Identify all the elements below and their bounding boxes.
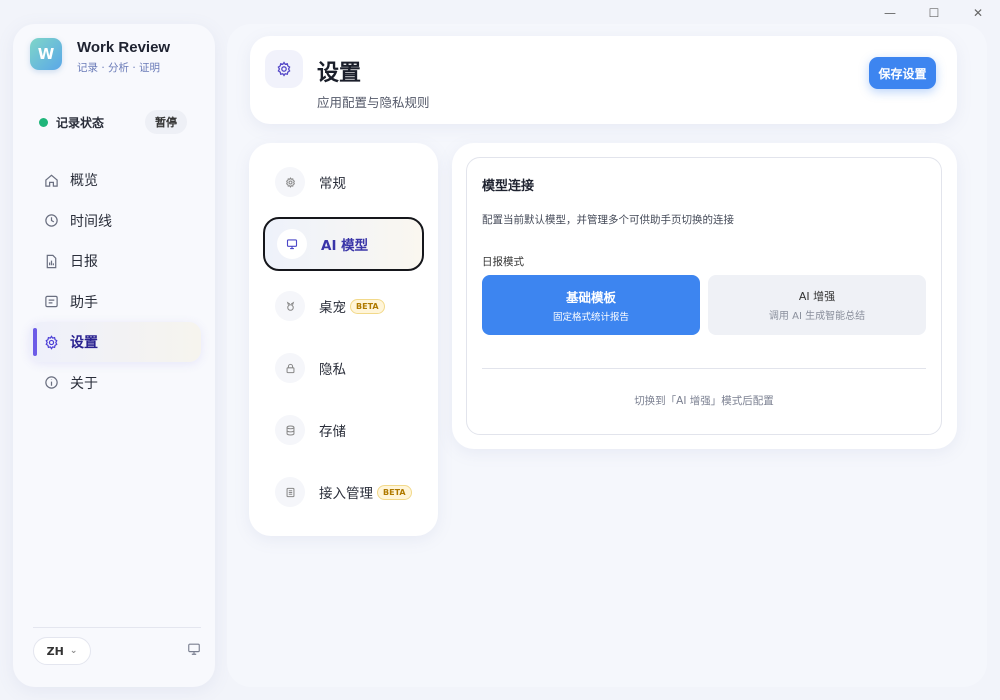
beta-badge: BETA — [350, 298, 385, 314]
sidebar-item-label: 时间线 — [70, 213, 112, 230]
settings-tab-integrations[interactable]: 接入管理 BETA — [263, 465, 424, 519]
list-icon — [275, 477, 305, 507]
report-mode-selector: 基础模板 固定格式统计报告 AI 增强 调用 AI 生成智能总结 — [482, 275, 934, 335]
sidebar-item-about[interactable]: 关于 — [29, 363, 201, 403]
database-icon — [275, 415, 305, 445]
sidebar-item-timeline[interactable]: 时间线 — [29, 201, 201, 241]
status-label: 记录状态 — [56, 116, 105, 130]
sidebar-item-label: 概览 — [70, 173, 98, 189]
pet-icon — [275, 291, 305, 321]
app-tagline: 记录 · 分析 · 证明 — [77, 62, 161, 74]
sidebar-item-assistant[interactable]: 助手 — [29, 282, 201, 322]
language-selector[interactable]: ZH ⌄ — [33, 637, 91, 665]
main-panel: 设置 应用配置与隐私规则 保存设置 常规 AI 模型 桌宠 BETA 隐私 存储… — [227, 24, 987, 687]
settings-tab-general[interactable]: 常规 — [263, 155, 424, 209]
section-description: 配置当前默认模型，并管理多个可供助手页切换的连接 — [482, 214, 734, 226]
pause-button[interactable]: 暂停 — [145, 110, 187, 134]
settings-tab-storage[interactable]: 存储 — [263, 403, 424, 457]
recording-status: 记录状态 暂停 — [39, 110, 189, 134]
settings-content: 模型连接 配置当前默认模型，并管理多个可供助手页切换的连接 日报模式 基础模板 … — [452, 143, 957, 449]
settings-tab-label: AI 模型 — [321, 238, 369, 254]
clock-icon — [42, 213, 60, 228]
save-settings-button[interactable]: 保存设置 — [869, 57, 936, 89]
mode-ai-enhanced-button[interactable]: AI 增强 调用 AI 生成智能总结 — [708, 275, 926, 335]
monitor-icon[interactable] — [187, 642, 201, 660]
divider — [482, 368, 926, 369]
mode-basic-template-button[interactable]: 基础模板 固定格式统计报告 — [482, 275, 700, 335]
close-button[interactable]: ✕ — [956, 0, 1000, 26]
lock-icon — [275, 353, 305, 383]
report-mode-label: 日报模式 — [482, 256, 524, 268]
report-icon — [42, 254, 60, 269]
settings-tab-privacy[interactable]: 隐私 — [263, 341, 424, 395]
monitor-icon — [277, 229, 307, 259]
sidebar-item-label: 日报 — [70, 254, 98, 270]
page-subtitle: 应用配置与隐私规则 — [317, 95, 430, 110]
language-label: ZH — [46, 644, 64, 658]
brand: W Work Review 记录 · 分析 · 证明 — [30, 36, 170, 75]
gear-icon — [265, 50, 303, 88]
sidebar-item-overview[interactable]: 概览 — [29, 160, 201, 200]
settings-tab-label: 常规 — [319, 176, 346, 192]
mode-title: 基础模板 — [565, 290, 616, 305]
sidebar-item-label: 关于 — [70, 375, 98, 392]
sidebar-item-label: 助手 — [70, 294, 98, 311]
status-dot — [39, 118, 48, 127]
settings-nav: 常规 AI 模型 桌宠 BETA 隐私 存储 接入管理 BETA — [249, 143, 438, 536]
settings-tab-ai-model[interactable]: AI 模型 — [263, 217, 424, 271]
settings-tab-label: 存储 — [319, 424, 346, 440]
window-controls: — ☐ ✕ — [868, 0, 1000, 26]
app-name: Work Review — [77, 39, 171, 56]
beta-badge: BETA — [377, 484, 412, 500]
minimize-button[interactable]: — — [868, 0, 912, 26]
sidebar-nav: 概览 时间线 日报 助手 设置 关于 — [29, 160, 201, 403]
info-icon — [42, 375, 60, 390]
sidebar-footer: ZH ⌄ — [33, 627, 201, 665]
settings-tab-label: 桌宠 — [319, 300, 346, 316]
mode-subtitle: 调用 AI 生成智能总结 — [768, 311, 866, 322]
page-header: 设置 应用配置与隐私规则 保存设置 — [250, 36, 957, 124]
model-connection-card: 模型连接 配置当前默认模型，并管理多个可供助手页切换的连接 日报模式 基础模板 … — [466, 157, 942, 435]
section-title: 模型连接 — [482, 179, 535, 194]
gear-icon — [42, 334, 60, 350]
app-logo: W — [30, 38, 62, 70]
sidebar: W Work Review 记录 · 分析 · 证明 记录状态 暂停 概览 时间… — [13, 24, 215, 687]
assistant-icon — [42, 294, 60, 309]
page-title: 设置 — [317, 61, 362, 86]
sidebar-item-label: 设置 — [70, 335, 98, 351]
sidebar-item-settings[interactable]: 设置 — [29, 322, 201, 362]
mode-subtitle: 固定格式统计报告 — [552, 312, 629, 323]
gear-icon — [275, 167, 305, 197]
settings-tab-pet[interactable]: 桌宠 BETA — [263, 279, 424, 333]
config-hint: 切换到「AI 增强」模式后配置 — [634, 395, 774, 407]
chevron-down-icon: ⌄ — [69, 646, 78, 656]
settings-tab-label: 接入管理 — [319, 486, 373, 502]
sidebar-item-report[interactable]: 日报 — [29, 241, 201, 281]
mode-title: AI 增强 — [798, 290, 836, 303]
home-icon — [42, 173, 60, 188]
maximize-button[interactable]: ☐ — [912, 0, 956, 26]
settings-tab-label: 隐私 — [319, 362, 346, 378]
